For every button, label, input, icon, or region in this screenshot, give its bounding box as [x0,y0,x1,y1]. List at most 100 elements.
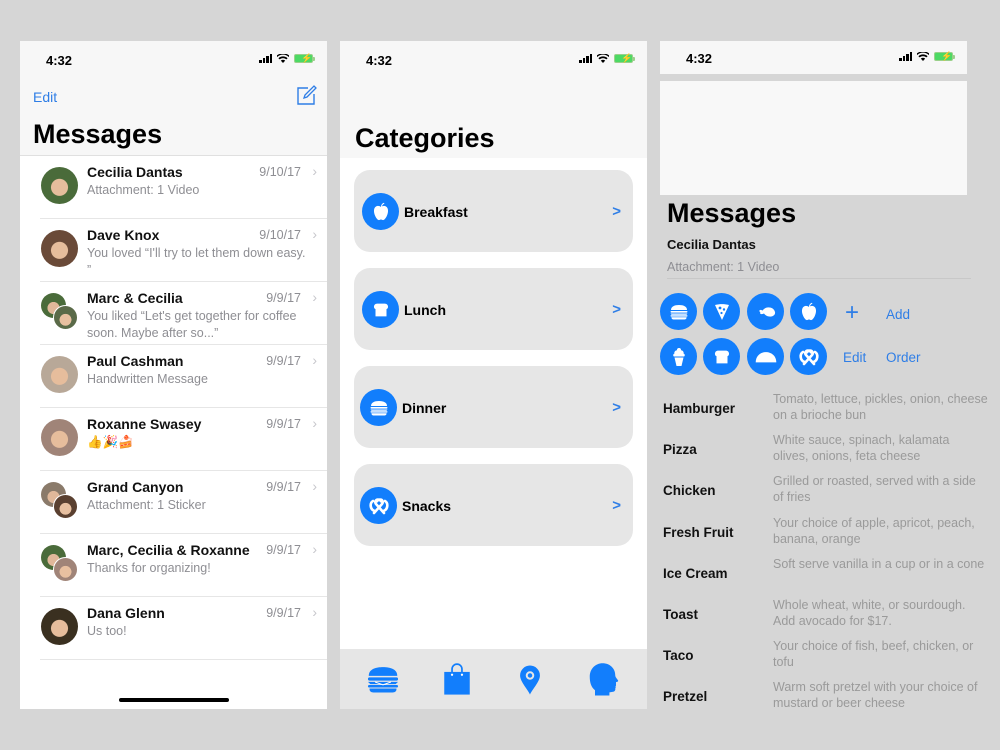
conversation-row[interactable]: Marc & Cecilia 9/9/17 You liked “Let's get… [40,282,327,345]
category-label: Breakfast [404,204,468,220]
category-dinner[interactable]: Dinner > [354,366,633,448]
compose-icon[interactable] [295,85,317,107]
tab-hamburger[interactable] [363,659,403,699]
battery-charging-icon: ⚡ [294,53,315,63]
wifi-icon [277,54,289,63]
menu-item[interactable]: Ice Cream Soft serve vanilla in a cup or … [663,556,990,596]
chevron-right-icon: › [312,289,317,305]
page-title: Categories [355,123,495,153]
menu-item[interactable]: Hamburger Tomato, lettuce, pickles, onion… [663,391,990,431]
location-pin-icon [513,661,547,697]
pretzel-icon[interactable] [790,338,827,375]
avatar-photo [41,608,78,645]
menu-item[interactable]: Chicken Grilled or roasted, served with a… [663,473,990,513]
menu-item-description: Your choice of fish, beef, chicken, or t… [773,639,974,670]
conversation-row[interactable]: Dave Knox 9/10/17 You loved “I'll try to l… [40,219,327,282]
conversation-preview: Attachment: 1 Video [87,183,200,197]
system-icons: ⚡ [579,53,635,63]
edit-button[interactable]: Edit [843,350,866,365]
menu-screen: 4:32 ⚡ Messages Cecilia Dantas Attachmen… [660,41,990,709]
tab-shopping-bag[interactable] [437,659,477,699]
divider [667,278,971,279]
avatar-photo [41,356,78,393]
conversation-row[interactable]: Cecilia Dantas 9/10/17 Attachment: 1 Video… [40,156,327,219]
menu-item-description: Whole wheat, white, or sourdough. Add av… [773,598,966,628]
menu-item[interactable]: Pizza White sauce, spinach, kalamata oliv… [663,432,990,472]
tab-profile[interactable] [584,659,624,699]
toast-icon[interactable] [703,338,740,375]
pretzel-icon [360,487,397,524]
shopping-bag-icon [440,660,474,698]
status-time: 4:32 [46,53,73,68]
hamburger-icon [364,660,402,698]
conversation-date: 9/10/17 [259,228,301,242]
conversation-row[interactable]: Marc, Cecilia & Roxanne 9/9/17 Thanks for … [40,534,327,597]
conversation-date: 9/10/17 [259,165,301,179]
menu-item[interactable]: Fresh Fruit Your choice of apple, apricot… [663,515,990,555]
chevron-right-icon: > [612,399,621,416]
avatar-photo [41,419,78,456]
wifi-icon [597,54,609,63]
header-placeholder [660,81,967,195]
chevron-right-icon: › [312,163,317,179]
avatar [41,230,78,267]
battery-charging-icon: ⚡ [614,53,635,63]
menu-item-description: Tomato, lettuce, pickles, onion, cheese … [773,392,988,422]
conversation-row[interactable]: Grand Canyon 9/9/17 Attachment: 1 Sticker › [40,471,327,534]
conversation-date: 9/9/17 [266,543,301,557]
tab-location[interactable] [510,659,550,699]
edit-button[interactable]: Edit [33,89,57,105]
pizza-icon[interactable] [703,293,740,330]
avatar-photo [41,167,78,204]
apple-icon [362,193,399,230]
apple-icon[interactable] [790,293,827,330]
cellular-signal-icon [259,54,272,63]
profile-head-icon [586,660,622,698]
category-breakfast[interactable]: Breakfast > [354,170,633,252]
category-lunch[interactable]: Lunch > [354,268,633,350]
tab-bar [340,649,647,709]
conversation-row[interactable]: Dana Glenn 9/9/17 Us too! › [40,597,327,660]
order-button[interactable]: Order [886,350,921,365]
navigation-bar: Categories [340,79,647,158]
avatar [41,167,78,204]
avatar [41,419,78,456]
conversation-name: Cecilia Dantas [87,164,183,180]
conversation-preview: Us too! [87,624,127,638]
home-indicator[interactable] [119,698,229,702]
ice-cream-icon[interactable] [660,338,697,375]
conversation-date: 9/9/17 [266,291,301,305]
cellular-signal-icon [579,54,592,63]
conversation-row[interactable]: Paul Cashman 9/9/17 Handwritten Message › [40,345,327,408]
group-avatar [41,482,78,519]
avatar [41,356,78,393]
taco-icon[interactable] [747,338,784,375]
avatar-photo [41,230,78,267]
menu-item-description: Your choice of apple, apricot, peach, ba… [773,515,975,546]
menu-item-name: Toast [663,607,699,622]
conversation-date: 9/9/17 [266,417,301,431]
conversation-preview: Thanks for organizing! [87,561,211,575]
contact-name: Cecilia Dantas [667,237,756,252]
categories-screen: 4:32 ⚡ Categories Breakfast > Lunch > Di… [340,41,647,709]
menu-item[interactable]: Pretzel Warm soft pretzel with your choic… [663,679,990,709]
conversation-preview: You liked “Let's get together for coffee… [87,309,297,340]
chevron-right-icon: › [312,415,317,431]
add-button[interactable]: Add [886,307,910,322]
plus-icon[interactable]: + [845,299,859,327]
avatar-photo [53,494,78,519]
conversation-row[interactable]: Roxanne Swasey 9/9/17 👍🎉🍰 › [40,408,327,471]
chicken-icon[interactable] [747,293,784,330]
status-time: 4:32 [686,51,713,66]
menu-item[interactable]: Taco Your choice of fish, beef, chicken, … [663,638,990,678]
menu-item[interactable]: Toast Whole wheat, white, or sourdough. A… [663,597,990,637]
conversation-name: Marc & Cecilia [87,290,183,306]
group-avatar [41,293,78,330]
chevron-right-icon: > [612,301,621,318]
conversation-name: Roxanne Swasey [87,416,202,432]
chevron-right-icon: › [312,352,317,368]
category-snacks[interactable]: Snacks > [354,464,633,546]
hamburger-icon[interactable] [660,293,697,330]
conversation-preview: Handwritten Message [87,372,208,386]
category-label: Snacks [402,498,452,514]
